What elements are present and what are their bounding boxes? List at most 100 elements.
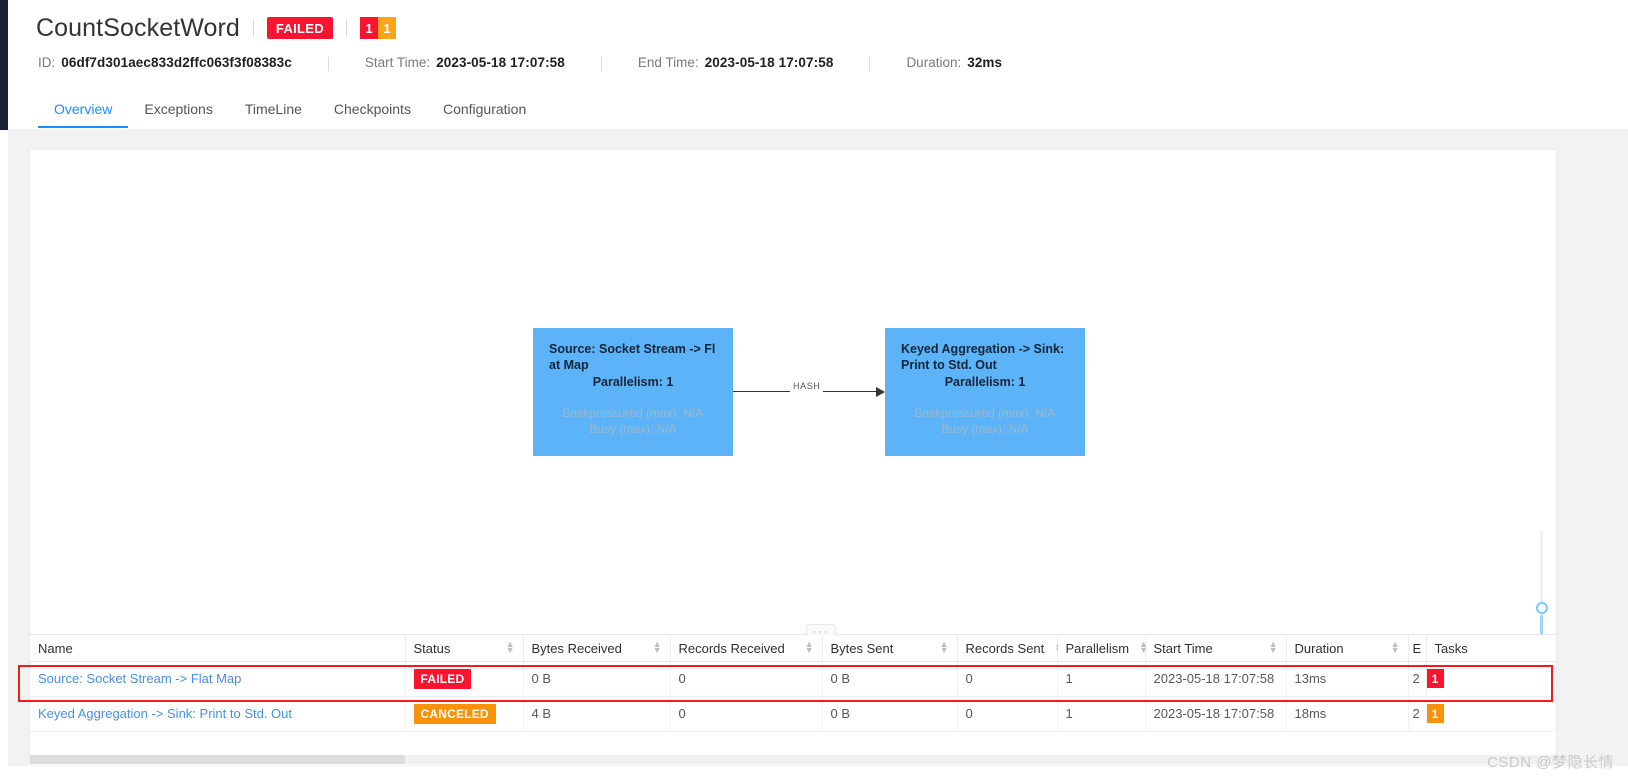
title-divider-1: [252, 20, 254, 36]
duration: Duration: 32ms: [906, 55, 1002, 70]
graph-edge-label: HASH: [790, 380, 824, 392]
cell-status: FAILED: [405, 661, 524, 697]
graph-node-source-stats: Backpressured (max): N/A Busy (max): N/A: [549, 405, 717, 437]
job-title-row: CountSocketWord FAILED 1 1: [36, 10, 396, 46]
cell-name[interactable]: Keyed Aggregation -> Sink: Print to Std.…: [30, 696, 406, 732]
column-header-tasks-label: Tasks: [1434, 640, 1468, 656]
column-header-bytes-sent[interactable]: Bytes Sent ▲ ▼: [822, 636, 958, 662]
cell-end-time-truncated: 2: [1408, 696, 1427, 732]
sort-icon-bytes-sent[interactable]: ▲ ▼: [940, 640, 949, 655]
column-header-name-label: Name: [38, 640, 73, 656]
sort-icon-duration[interactable]: ▲ ▼: [1391, 640, 1400, 655]
graph-node-sink-title: Keyed Aggregation -> Sink: Print to Std.…: [901, 342, 1065, 372]
subtasks-table: Name Status ▲ ▼ Bytes Received ▲ ▼ Recor…: [30, 636, 1556, 732]
cell-end-time-truncated: 2: [1408, 661, 1427, 697]
subtasks-table-wrapper: Name Status ▲ ▼ Bytes Received ▲ ▼ Recor…: [30, 636, 1556, 762]
end-time-label: End Time:: [637, 54, 699, 70]
job-meta-row: ID: 06df7d301aec833d2ffc063f3f08383c Sta…: [38, 50, 1002, 74]
watermark: CSDN @梦隐长情: [1487, 754, 1614, 771]
panel-splitter[interactable]: [30, 634, 1556, 635]
tab-timeline[interactable]: TimeLine: [229, 101, 318, 128]
sort-icon-bytes-received[interactable]: ▲ ▼: [653, 640, 662, 655]
status-badge: CANCELED: [413, 703, 496, 724]
graph-edge-arrow-icon: [876, 386, 885, 397]
task-count-badges: 1 1: [359, 17, 396, 39]
job-id: ID: 06df7d301aec833d2ffc063f3f08383c: [38, 55, 292, 70]
graph-node-sink-parallelism: Parallelism: 1: [944, 375, 1026, 389]
column-header-records-sent[interactable]: Records Sent ▲▼: [957, 636, 1063, 662]
column-header-start-time[interactable]: Start Time ▲ ▼: [1145, 636, 1287, 662]
cell-records-received: 0: [670, 696, 823, 732]
job-id-value: 06df7d301aec833d2ffc063f3f08383c: [61, 54, 292, 70]
tab-exceptions[interactable]: Exceptions: [128, 101, 228, 128]
meta-divider-1: [327, 57, 329, 71]
column-header-duration[interactable]: Duration ▲ ▼: [1286, 636, 1409, 662]
meta-divider-2: [600, 57, 602, 71]
column-header-end-time-truncated[interactable]: E: [1408, 636, 1427, 662]
subtask-name-link[interactable]: Source: Socket Stream -> Flat Map: [38, 671, 241, 686]
cell-bytes-received: 4 B: [523, 696, 671, 732]
column-header-bytes-received[interactable]: Bytes Received ▲ ▼: [523, 636, 671, 662]
cell-parallelism: 1: [1057, 661, 1146, 697]
status-badge: FAILED: [413, 668, 472, 689]
graph-node-source-parallelism: Parallelism: 1: [592, 375, 674, 389]
graph-zoom-handle[interactable]: [1535, 602, 1548, 614]
column-header-records-received-label: Records Received: [678, 640, 785, 656]
column-header-records-received[interactable]: Records Received ▲ ▼: [670, 636, 823, 662]
job-header: CountSocketWord FAILED 1 1 ID: 06df7d301…: [8, 0, 1628, 130]
column-header-bytes-received-label: Bytes Received: [531, 640, 622, 656]
cell-duration: 13ms: [1286, 661, 1409, 697]
cell-parallelism: 1: [1057, 696, 1146, 732]
job-status-badge: FAILED: [266, 17, 333, 39]
cell-records-sent: 0: [957, 696, 1058, 732]
table-horizontal-scrollbar-rest[interactable]: [405, 755, 1556, 764]
cell-bytes-received: 0 B: [523, 661, 671, 697]
graph-node-sink-stats: Backpressured (max): N/A Busy (max): N/A: [901, 405, 1069, 437]
flink-job-detail-page: CountSocketWord FAILED 1 1 ID: 06df7d301…: [0, 0, 1628, 782]
duration-value: 32ms: [967, 54, 1003, 70]
canceled-task-count-badge: 1: [377, 17, 396, 39]
column-header-bytes-sent-label: Bytes Sent: [830, 640, 894, 656]
subtask-name-link[interactable]: Keyed Aggregation -> Sink: Print to Std.…: [38, 706, 292, 721]
cell-name[interactable]: Source: Socket Stream -> Flat Map: [30, 661, 406, 697]
end-time-value: 2023-05-18 17:07:58: [704, 54, 834, 70]
graph-node-source[interactable]: Source: Socket Stream -> Flat Map Parall…: [533, 328, 733, 456]
graph-node-source-backpressured: Backpressured (max): N/A: [562, 406, 704, 420]
tab-checkpoints[interactable]: Checkpoints: [318, 101, 427, 128]
sort-icon-records-received[interactable]: ▲ ▼: [805, 640, 814, 655]
column-header-start-time-label: Start Time: [1153, 640, 1213, 656]
column-header-end-time-label: E: [1412, 640, 1422, 656]
cell-records-sent: 0: [957, 661, 1058, 697]
bottom-spacer: [0, 766, 1628, 782]
job-graph[interactable]: Source: Socket Stream -> Flat Map Parall…: [30, 150, 1556, 635]
graph-node-source-busy: Busy (max): N/A: [589, 422, 677, 436]
cell-bytes-sent: 0 B: [822, 696, 958, 732]
graph-zoom-slider[interactable]: [1534, 530, 1548, 635]
cell-bytes-sent: 0 B: [822, 661, 958, 697]
tab-bar: Overview Exceptions TimeLine Checkpoints…: [38, 88, 542, 128]
cell-start-time: 2023-05-18 17:07:58: [1145, 661, 1287, 697]
column-header-parallelism[interactable]: Parallelism ▲ ▼: [1057, 636, 1148, 662]
column-header-duration-label: Duration: [1294, 640, 1344, 656]
table-row[interactable]: Source: Socket Stream -> Flat Map FAILED…: [30, 661, 1556, 697]
sort-icon-status[interactable]: ▲ ▼: [506, 640, 515, 655]
start-time-label: Start Time:: [364, 54, 431, 70]
start-time-value: 2023-05-18 17:07:58: [436, 54, 565, 70]
tab-configuration[interactable]: Configuration: [427, 101, 542, 128]
table-row[interactable]: Keyed Aggregation -> Sink: Print to Std.…: [30, 696, 1556, 732]
sort-icon-start-time[interactable]: ▲ ▼: [1269, 640, 1278, 655]
cell-start-time: 2023-05-18 17:07:58: [1145, 696, 1287, 732]
table-horizontal-scrollbar-thumb[interactable]: [30, 755, 405, 764]
graph-node-source-title: Source: Socket Stream -> Flat Map: [549, 342, 716, 372]
job-id-label: ID:: [38, 54, 56, 70]
column-header-status[interactable]: Status ▲ ▼: [405, 636, 524, 662]
column-header-tasks[interactable]: Tasks: [1426, 636, 1556, 662]
tab-overview[interactable]: Overview: [38, 101, 129, 128]
task-count-badge: 1: [1426, 704, 1444, 723]
failed-task-count-badge: 1: [359, 17, 378, 39]
graph-node-sink[interactable]: Keyed Aggregation -> Sink: Print to Std.…: [885, 328, 1085, 456]
column-header-name[interactable]: Name: [30, 636, 406, 662]
graph-zoom-fill: [1540, 615, 1543, 635]
cell-duration: 18ms: [1286, 696, 1409, 732]
cell-tasks: 1: [1426, 661, 1556, 697]
